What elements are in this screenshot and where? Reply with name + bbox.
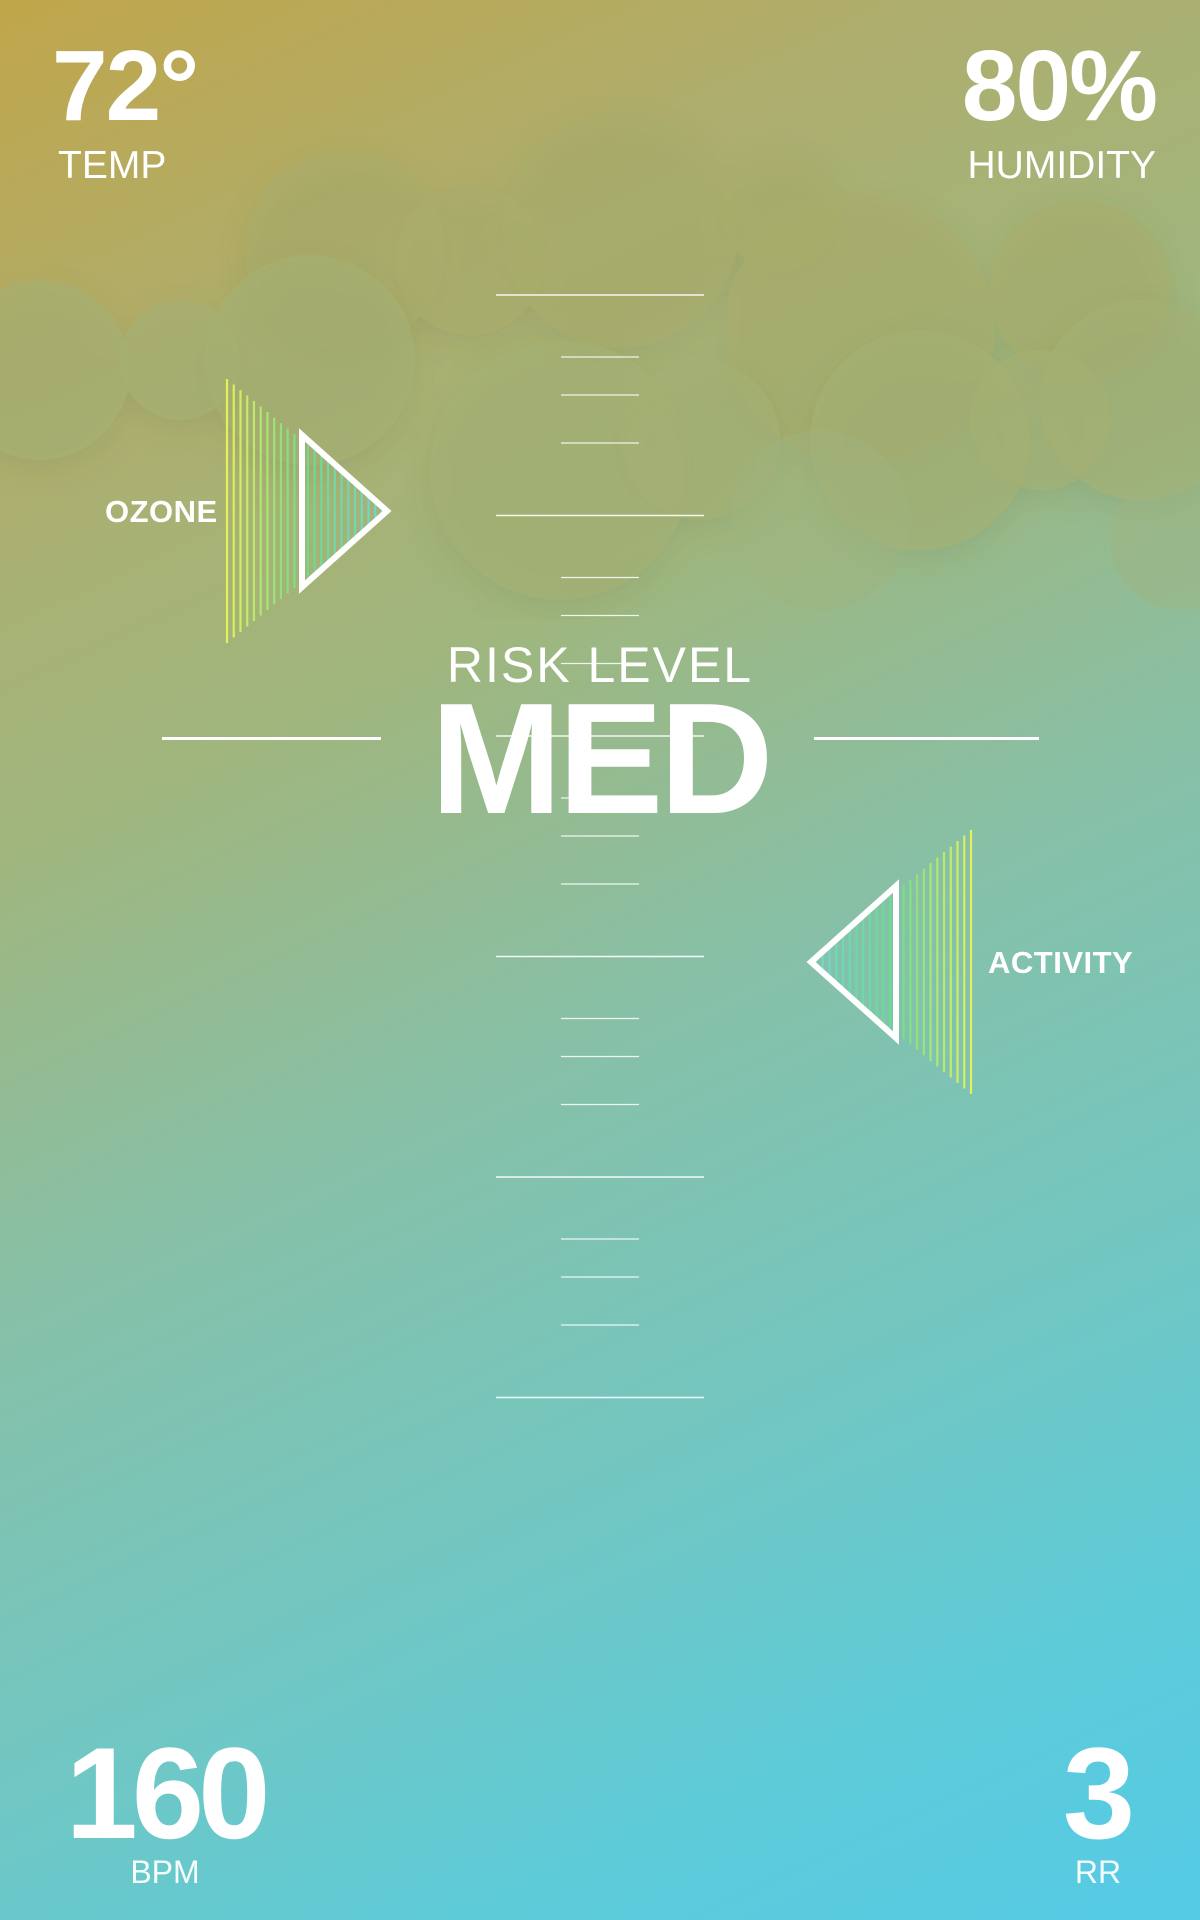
temperature-readout: 72° TEMP <box>52 30 199 187</box>
humidity-value: 80% <box>961 30 1158 142</box>
activity-arrow-icon <box>806 830 973 1094</box>
risk-level-value: MED <box>430 671 773 847</box>
respiratory-rate-label: RR <box>1074 1854 1122 1890</box>
heart-rate-readout: 160 BPM <box>50 1728 280 1888</box>
humidity-readout: 80% HUMIDITY <box>961 30 1158 187</box>
heart-rate-value: 160 <box>65 1720 271 1866</box>
ozone-arrow-icon <box>225 379 392 643</box>
humidity-label: HUMIDITY <box>967 144 1157 187</box>
temperature-label: TEMP <box>58 144 167 187</box>
temperature-value: 72° <box>52 30 199 142</box>
ozone-label: OZONE <box>105 494 218 529</box>
respiratory-rate-value: 3 <box>1062 1720 1135 1866</box>
activity-label: ACTIVITY <box>988 945 1134 980</box>
respiratory-rate-readout: 3 RR <box>1048 1728 1148 1888</box>
heart-rate-label: BPM <box>130 1854 200 1890</box>
